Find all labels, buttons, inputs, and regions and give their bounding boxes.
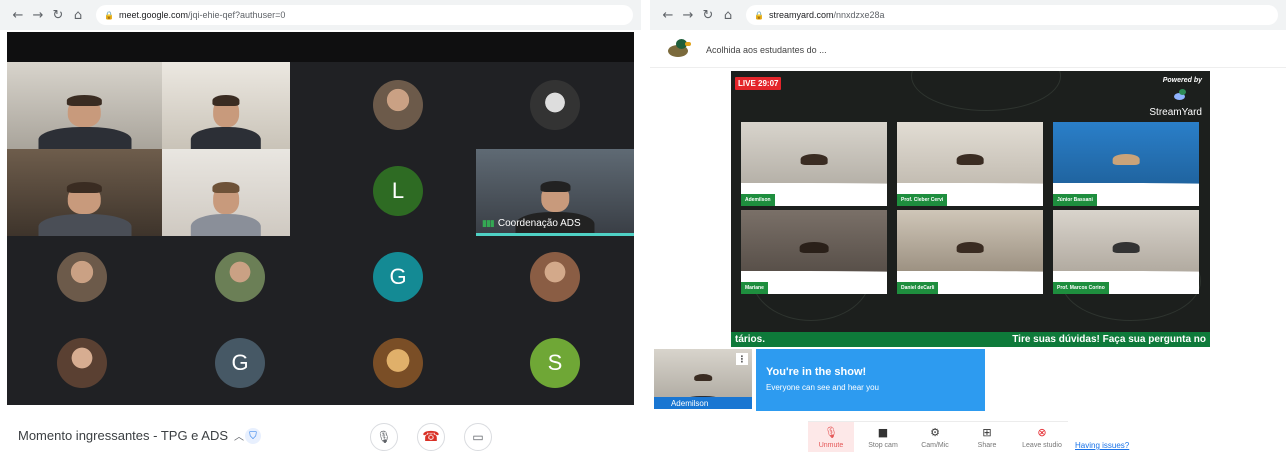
meet-footer: Momento ingressantes - TPG e ADS ︿ ⛉ 🎙 ☎…	[0, 405, 641, 452]
unmute-button[interactable]: 🎙 Unmute	[808, 422, 854, 452]
toast-title: You're in the show!	[766, 366, 867, 378]
home-icon[interactable]: ⌂	[718, 8, 738, 23]
having-issues-link[interactable]: Having issues?	[1075, 441, 1129, 450]
self-name-tag: 👤 Ademilson	[654, 397, 752, 409]
url-path: /nnxdzxe28a	[833, 10, 885, 20]
back-icon[interactable]: ←	[658, 8, 678, 23]
unmute-label: Unmute	[818, 442, 844, 449]
reload-icon[interactable]: ↻	[48, 8, 68, 23]
stop-cam-button[interactable]: ■ Stop cam	[860, 422, 906, 452]
participant-avatar[interactable]	[373, 338, 423, 388]
ticker-text-right: Tire suas dúvidas! Faça sua pergunta no	[1012, 334, 1206, 345]
participant-name: Prof. Marcos Corino	[1053, 282, 1109, 294]
url-host: meet.google.com	[118, 10, 189, 20]
meeting-title: Momento ingressantes - TPG e ADS	[18, 428, 229, 443]
meet-video-grid: ▮▮▮ Coordenação ADS L G G S	[7, 32, 634, 405]
lock-icon: 🔒	[104, 10, 114, 20]
ticker-text-left: tários.	[735, 334, 766, 345]
top-strip	[7, 32, 634, 62]
speaker-caption: ▮▮▮ Coordenação ADS	[482, 218, 581, 229]
more-options-icon[interactable]: ⋮	[736, 353, 748, 365]
participant-name: Daniel deCarli	[897, 282, 939, 294]
participant-avatar-letter[interactable]: S	[530, 338, 580, 388]
forward-icon[interactable]: →	[678, 8, 698, 23]
participant-avatar[interactable]	[373, 80, 423, 130]
participant-name: Mariane	[741, 282, 768, 294]
self-preview[interactable]: ⋮ 👤 Ademilson	[654, 349, 752, 409]
toast-subtitle: Everyone can see and hear you	[766, 383, 879, 392]
broadcast-title[interactable]: Acolhida aos estudantes do ...	[706, 45, 827, 55]
close-icon: ⊗	[1037, 426, 1047, 439]
address-bar[interactable]: 🔒 meet.google.com /jqi-ehie-qef?authuser…	[96, 5, 633, 25]
leave-studio-label: Leave studio	[1022, 442, 1062, 449]
forward-icon[interactable]: →	[28, 8, 48, 23]
share-screen-icon: ⊞	[982, 426, 992, 439]
address-bar[interactable]: 🔒 streamyard.com /nnxdzxe28a	[746, 5, 1278, 25]
cam-mic-label: Cam/Mic	[921, 442, 949, 449]
stream-canvas: LIVE 29:07 Powered by StreamYard Ademils…	[731, 71, 1210, 347]
participant-video[interactable]: Júnior Bassani	[1053, 122, 1199, 206]
chevron-up-icon: ︿	[234, 432, 245, 443]
video-tile[interactable]	[7, 62, 162, 149]
participant-avatar[interactable]	[215, 252, 265, 302]
participant-avatar-letter[interactable]: G	[215, 338, 265, 388]
camera-button[interactable]: ▭	[464, 423, 492, 451]
google-meet-window: ← → ↻ ⌂ 🔒 meet.google.com /jqi-ehie-qef?…	[0, 0, 641, 452]
self-name: Ademilson	[670, 398, 709, 408]
lock-icon: 🔒	[754, 10, 764, 20]
user-icon: 👤	[658, 398, 668, 408]
reload-icon[interactable]: ↻	[698, 8, 718, 23]
browser-toolbar: ← → ↻ ⌂ 🔒 streamyard.com /nnxdzxe28a	[650, 0, 1286, 30]
participant-avatar[interactable]	[57, 252, 107, 302]
show-status-toast: You're in the show! Everyone can see and…	[756, 349, 985, 411]
participant-avatar[interactable]	[530, 80, 580, 130]
participant-name: Júnior Bassani	[1053, 194, 1097, 206]
speaker-name: Coordenação ADS	[497, 218, 581, 229]
muted-mic-icon: 🎙	[824, 426, 838, 439]
audio-level-icon: ▮▮▮	[482, 218, 495, 228]
stop-cam-label: Stop cam	[868, 442, 898, 449]
participant-avatar-letter[interactable]: G	[373, 252, 423, 302]
live-badge: LIVE 29:07	[735, 77, 782, 90]
video-tile[interactable]	[162, 62, 290, 149]
participant-video[interactable]: Ademilson	[741, 122, 887, 206]
camera-icon: ■	[877, 426, 889, 439]
url-host: streamyard.com	[768, 10, 834, 20]
participant-video[interactable]: Daniel deCarli	[897, 210, 1043, 294]
participant-video[interactable]: Prof. Cleber Cervi	[897, 122, 1043, 206]
participant-avatar[interactable]	[57, 338, 107, 388]
video-tile[interactable]	[7, 149, 162, 236]
studio-header: Acolhida aos estudantes do ...	[650, 30, 1286, 68]
leave-studio-button[interactable]: ⊗ Leave studio	[1016, 422, 1068, 452]
share-button[interactable]: ⊞ Share	[964, 422, 1010, 452]
studio-toolbar: 🎙 Unmute ■ Stop cam ⚙ Cam/Mic ⊞ Share ⊗ …	[808, 421, 1068, 452]
news-ticker: tários. Tire suas dúvidas! Faça sua perg…	[731, 332, 1210, 347]
participant-avatar-letter[interactable]: L	[373, 166, 423, 216]
cam-mic-settings-button[interactable]: ⚙ Cam/Mic	[912, 422, 958, 452]
participant-name: Prof. Cleber Cervi	[897, 194, 948, 206]
active-speaker-tile[interactable]: ▮▮▮ Coordenação ADS	[476, 149, 634, 236]
streamyard-window: ← → ↻ ⌂ 🔒 streamyard.com /nnxdzxe28a Aco…	[650, 0, 1286, 452]
video-tile[interactable]	[162, 149, 290, 236]
participant-name: Ademilson	[741, 194, 775, 206]
home-icon[interactable]: ⌂	[68, 8, 88, 23]
duck-logo-icon	[664, 39, 691, 59]
end-call-button[interactable]: ☎	[417, 423, 445, 451]
background-pattern	[911, 71, 1061, 111]
back-icon[interactable]: ←	[8, 8, 28, 23]
share-label: Share	[977, 442, 997, 449]
meeting-details[interactable]: Momento ingressantes - TPG e ADS ︿	[18, 428, 244, 443]
browser-toolbar: ← → ↻ ⌂ 🔒 meet.google.com /jqi-ehie-qef?…	[0, 0, 641, 30]
streamyard-logo-icon	[1172, 89, 1188, 103]
microphone-button[interactable]: 🎙	[370, 423, 398, 451]
gear-icon: ⚙	[930, 426, 940, 439]
streamyard-brand: StreamYard	[1149, 107, 1202, 118]
participant-avatar[interactable]	[530, 252, 580, 302]
powered-by-label: Powered by	[1162, 77, 1202, 84]
participant-video[interactable]: Prof. Marcos Corino	[1053, 210, 1199, 294]
shield-icon[interactable]: ⛉	[245, 428, 261, 444]
url-path: /jqi-ehie-qef?authuser=0	[188, 10, 286, 20]
participant-video[interactable]: Mariane	[741, 210, 887, 294]
